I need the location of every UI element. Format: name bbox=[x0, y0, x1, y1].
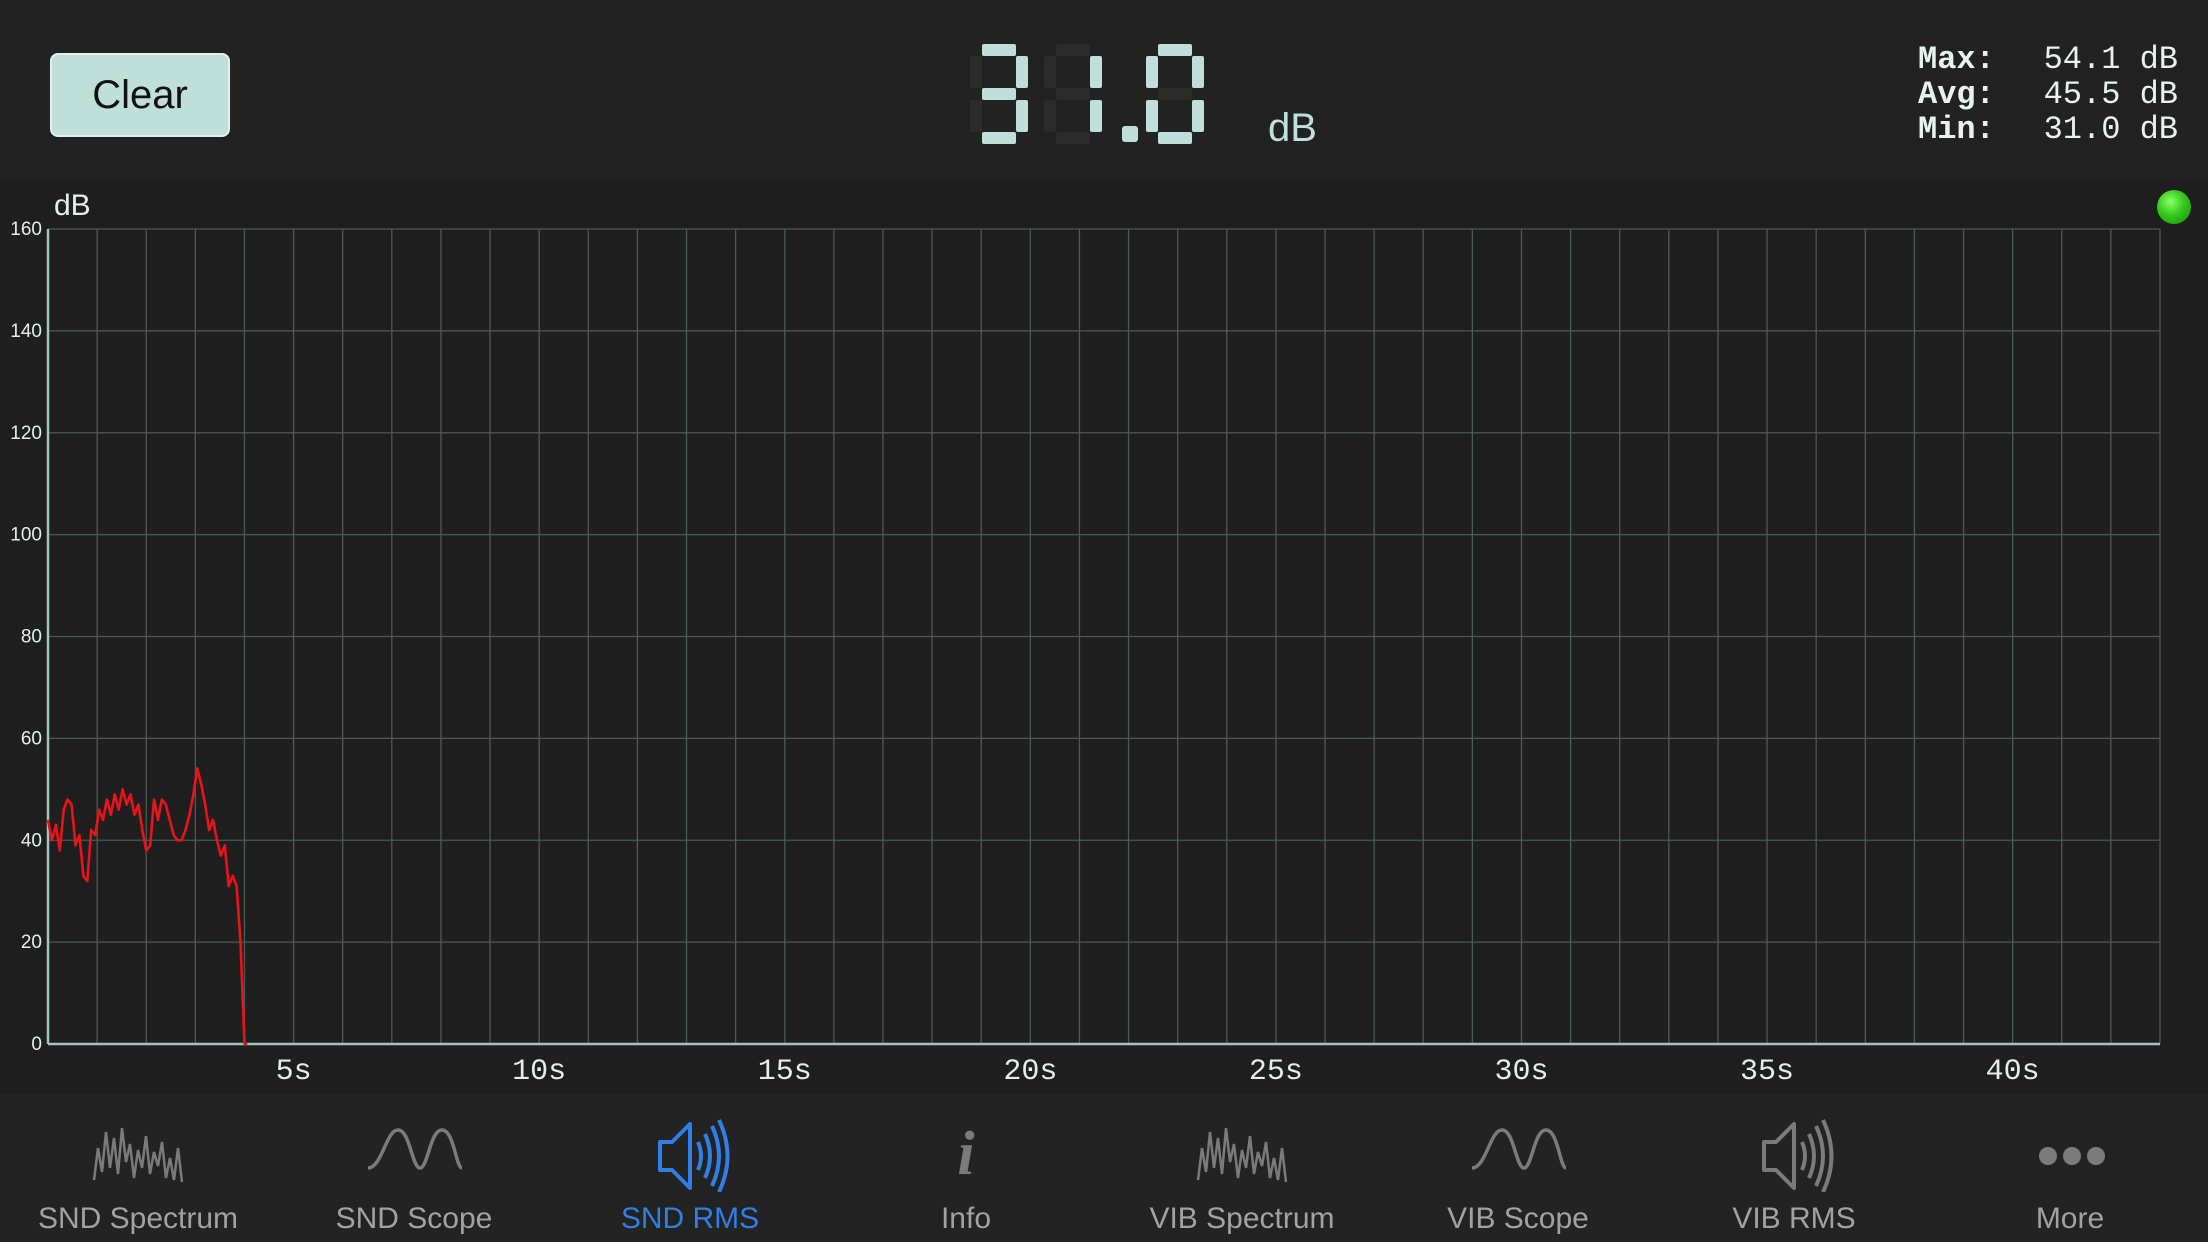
lcd-digit bbox=[1044, 44, 1102, 144]
tab-label: More bbox=[2035, 1202, 2105, 1235]
svg-text:i: i bbox=[957, 1120, 974, 1188]
scope-wave-icon bbox=[367, 1128, 464, 1170]
lcd-decimal-point bbox=[1122, 126, 1138, 142]
y-tick-label: 140 bbox=[10, 321, 42, 342]
stat-max: Max: 54.1 dB bbox=[1918, 42, 2178, 77]
lcd-digit bbox=[1146, 44, 1204, 144]
tab-label: VIB Spectrum bbox=[1149, 1202, 1335, 1235]
speaker-waves-icon bbox=[658, 1119, 730, 1192]
y-tick-label: 120 bbox=[10, 423, 42, 444]
y-tick-label: 160 bbox=[10, 219, 42, 240]
stat-max-label: Max: bbox=[1918, 41, 1995, 78]
tab-more[interactable]: More bbox=[1932, 1094, 2208, 1242]
y-tick-label: 100 bbox=[10, 525, 42, 546]
tab-snd-spectrum[interactable]: SND Spectrum bbox=[0, 1094, 276, 1242]
stat-min: Min: 31.0 dB bbox=[1918, 112, 2178, 147]
x-tick-label: 5s bbox=[276, 1055, 312, 1089]
stat-avg-value: 45.5 dB bbox=[2043, 76, 2178, 113]
y-tick-label: 80 bbox=[21, 627, 42, 648]
tab-snd-rms[interactable]: SND RMS bbox=[552, 1094, 828, 1242]
tab-label: Info bbox=[940, 1202, 992, 1235]
tab-label: SND Scope bbox=[335, 1202, 493, 1235]
lcd-digit bbox=[970, 44, 1028, 144]
stat-avg: Avg: 45.5 dB bbox=[1918, 77, 2178, 112]
y-tick-label: 0 bbox=[31, 1034, 42, 1055]
rms-trace-line bbox=[46, 767, 248, 1046]
chart-svg: 0 20 40 60 80 100 120 140 160 dB 5s 10s 15s 20s 25s 30s… bbox=[10, 189, 2161, 1089]
tab-label: VIB RMS bbox=[1732, 1202, 1856, 1235]
y-axis-title: dB bbox=[54, 189, 91, 222]
spectrum-icon bbox=[1196, 1127, 1288, 1183]
tab-label: SND Spectrum bbox=[37, 1202, 239, 1235]
stat-max-value: 54.1 dB bbox=[2043, 41, 2178, 78]
tab-label: VIB Scope bbox=[1447, 1202, 1589, 1235]
header-bar: Clear dB Max: 54.1 dB Avg: 45.5 dB Min: … bbox=[0, 0, 2208, 182]
info-icon: i bbox=[957, 1120, 974, 1188]
x-tick-label: 25s bbox=[1249, 1055, 1303, 1089]
readout-unit: dB bbox=[1268, 106, 1317, 150]
scope-wave-icon bbox=[1471, 1128, 1568, 1170]
x-tick-label: 30s bbox=[1494, 1055, 1548, 1089]
tab-info[interactable]: i Info bbox=[828, 1094, 1104, 1242]
x-tick-label: 20s bbox=[1003, 1055, 1057, 1089]
stats-panel: Max: 54.1 dB Avg: 45.5 dB Min: 31.0 dB bbox=[1918, 42, 2178, 147]
x-tick-label: 10s bbox=[512, 1055, 566, 1089]
stat-min-label: Min: bbox=[1918, 111, 1995, 148]
spectrum-icon bbox=[92, 1127, 184, 1183]
x-tick-label: 35s bbox=[1740, 1055, 1794, 1089]
clear-button[interactable]: Clear bbox=[50, 53, 230, 137]
x-tick-label: 40s bbox=[1986, 1055, 2040, 1089]
rms-history-chart: 0 20 40 60 80 100 120 140 160 dB 5s 10s 15s 20s 25s 30s… bbox=[0, 182, 2208, 1094]
more-dots-icon bbox=[2039, 1147, 2105, 1165]
tab-vib-scope[interactable]: VIB Scope bbox=[1380, 1094, 1656, 1242]
speaker-waves-icon bbox=[1762, 1119, 1834, 1192]
level-readout-display bbox=[960, 38, 1260, 158]
x-tick-label: 15s bbox=[758, 1055, 812, 1089]
tab-bar: SND Spectrum SND Scope SND RMS i Info VIB Sp… bbox=[0, 1094, 2208, 1242]
tab-label: SND RMS bbox=[620, 1202, 760, 1235]
y-tick-label: 20 bbox=[21, 932, 42, 953]
seven-segment-digits bbox=[970, 44, 1204, 144]
tab-vib-spectrum[interactable]: VIB Spectrum bbox=[1104, 1094, 1380, 1242]
tab-snd-scope[interactable]: SND Scope bbox=[276, 1094, 552, 1242]
status-indicator-light bbox=[2157, 190, 2191, 224]
y-tick-label: 40 bbox=[21, 830, 42, 851]
y-tick-label: 60 bbox=[21, 728, 42, 749]
stat-min-value: 31.0 dB bbox=[2043, 111, 2178, 148]
tab-vib-rms[interactable]: VIB RMS bbox=[1656, 1094, 1932, 1242]
horizontal-grid bbox=[48, 228, 2160, 1045]
stat-avg-label: Avg: bbox=[1918, 76, 1995, 113]
